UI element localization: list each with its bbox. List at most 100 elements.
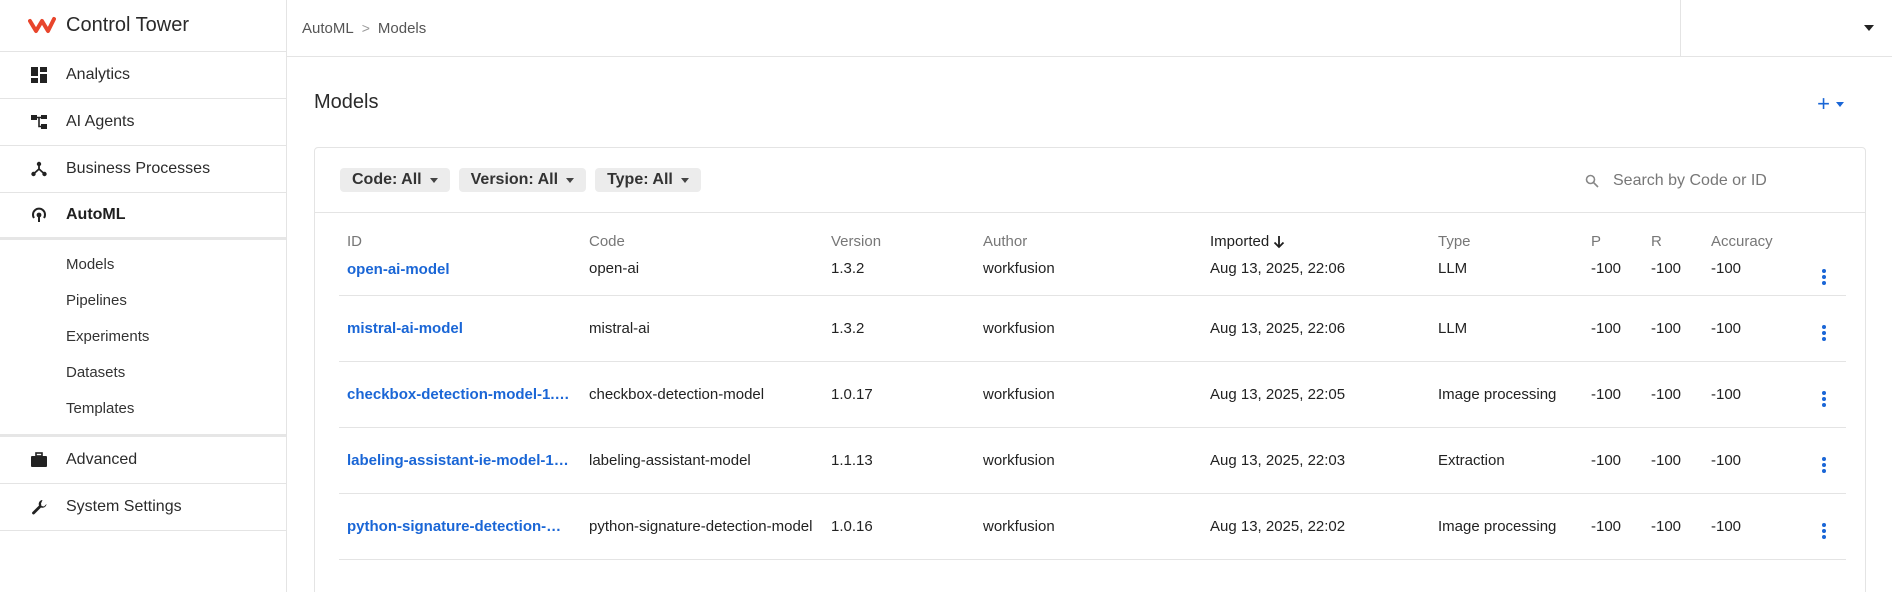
column-header-author[interactable]: Author xyxy=(975,226,1202,256)
model-p: -100 xyxy=(1583,427,1643,494)
caret-down-icon xyxy=(1836,101,1844,107)
caret-down-icon xyxy=(429,177,438,183)
model-code: python-signature-detection-model xyxy=(581,493,823,560)
filter-bar: Code: All Version: All Type: All xyxy=(315,148,1865,213)
model-type: LLM xyxy=(1430,295,1583,362)
model-id-link[interactable]: mistral-ai-model xyxy=(347,320,463,337)
caret-down-icon xyxy=(680,177,689,183)
model-imported: Aug 13, 2025, 22:03 xyxy=(1202,427,1430,494)
more-vert-icon[interactable] xyxy=(1819,325,1829,341)
automl-subnav: Models Pipelines Experiments Datasets Te… xyxy=(0,240,286,437)
model-code: open-ai xyxy=(581,256,823,296)
model-type: LLM xyxy=(1430,256,1583,296)
model-id-link[interactable]: open-ai-model xyxy=(347,261,450,278)
column-header-imported-label: Imported xyxy=(1210,232,1270,250)
model-imported: Aug 13, 2025, 22:05 xyxy=(1202,361,1430,428)
model-version: 1.3.2 xyxy=(823,295,975,362)
table-row: python-signature-detection-mod... python… xyxy=(339,493,1846,560)
search-input[interactable] xyxy=(1613,172,1813,190)
sidebar-item-label: System Settings xyxy=(66,498,182,515)
search-box xyxy=(1585,168,1815,194)
sidebar-item-label: Business Processes xyxy=(66,160,211,177)
subnav-item-experiments[interactable]: Experiments xyxy=(0,318,286,354)
sidebar-item-system-settings[interactable]: System Settings xyxy=(0,484,286,531)
filter-type-label: Type: All xyxy=(607,171,673,188)
column-header-accuracy[interactable]: Accuracy xyxy=(1703,226,1811,256)
filter-version[interactable]: Version: All xyxy=(458,168,587,192)
model-accuracy: -100 xyxy=(1703,295,1811,362)
model-author: workfusion xyxy=(975,493,1202,560)
more-vert-icon[interactable] xyxy=(1819,391,1829,407)
plus-icon: + xyxy=(1817,91,1830,116)
model-imported: Aug 13, 2025, 22:06 xyxy=(1202,256,1430,296)
caret-down-icon xyxy=(566,177,575,183)
more-vert-icon[interactable] xyxy=(1819,523,1829,539)
column-header-code[interactable]: Code xyxy=(581,226,823,256)
filter-code[interactable]: Code: All xyxy=(340,168,450,192)
model-p: -100 xyxy=(1583,295,1643,362)
sidebar-item-analytics[interactable]: Analytics xyxy=(0,52,286,99)
model-code: checkbox-detection-model xyxy=(581,361,823,428)
sidebar-item-advanced[interactable]: Advanced xyxy=(0,437,286,484)
more-vert-icon[interactable] xyxy=(1819,269,1829,285)
page-title: Models xyxy=(314,91,379,113)
model-type: Extraction xyxy=(1430,427,1583,494)
search-icon xyxy=(1585,174,1599,188)
model-p: -100 xyxy=(1583,493,1643,560)
table-row: labeling-assistant-ie-model-1-1-... labe… xyxy=(339,427,1846,494)
brand[interactable]: Control Tower xyxy=(0,0,286,52)
sidebar-item-ai-agents[interactable]: AI Agents xyxy=(0,99,286,146)
model-p: -100 xyxy=(1583,256,1643,296)
subnav-item-datasets[interactable]: Datasets xyxy=(0,354,286,390)
user-menu-dropdown[interactable] xyxy=(1680,0,1892,56)
model-version: 1.0.16 xyxy=(823,493,975,560)
model-imported: Aug 13, 2025, 22:06 xyxy=(1202,295,1430,362)
subnav-item-templates[interactable]: Templates xyxy=(0,390,286,426)
model-id-link[interactable]: python-signature-detection-mod... xyxy=(347,518,572,535)
model-r: -100 xyxy=(1643,256,1703,296)
filter-version-label: Version: All xyxy=(470,171,559,188)
column-header-imported[interactable]: Imported xyxy=(1202,226,1430,256)
model-id-link[interactable]: labeling-assistant-ie-model-1-1-... xyxy=(347,452,572,469)
brand-name: Control Tower xyxy=(66,14,190,36)
sidebar-item-label: Analytics xyxy=(66,66,131,83)
brand-logo-icon xyxy=(28,16,56,33)
subnav-item-pipelines[interactable]: Pipelines xyxy=(0,282,286,318)
more-vert-icon[interactable] xyxy=(1819,457,1829,473)
model-version: 1.3.2 xyxy=(823,256,975,296)
wrench-icon xyxy=(30,498,48,516)
breadcrumb: AutoML > Models xyxy=(287,20,426,37)
model-author: workfusion xyxy=(975,427,1202,494)
table-header-row: ID Code Version Author Imported Type P R… xyxy=(339,226,1846,256)
model-version: 1.1.13 xyxy=(823,427,975,494)
column-header-actions xyxy=(1811,226,1846,256)
add-model-button[interactable]: + xyxy=(1817,91,1844,117)
models-card: Code: All Version: All Type: All ID xyxy=(314,147,1866,592)
filter-code-label: Code: All xyxy=(352,171,422,188)
column-header-id[interactable]: ID xyxy=(339,226,581,256)
sidebar-item-automl[interactable]: AutoML xyxy=(0,193,286,240)
breadcrumb-parent[interactable]: AutoML xyxy=(302,20,354,37)
sidebar-item-business-processes[interactable]: Business Processes xyxy=(0,146,286,193)
column-header-type[interactable]: Type xyxy=(1430,226,1583,256)
sidebar-item-label: AutoML xyxy=(66,206,126,223)
model-p: -100 xyxy=(1583,361,1643,428)
model-imported: Aug 13, 2025, 22:02 xyxy=(1202,493,1430,560)
agents-icon xyxy=(30,113,48,131)
model-author: workfusion xyxy=(975,256,1202,296)
column-header-version[interactable]: Version xyxy=(823,226,975,256)
model-r: -100 xyxy=(1643,361,1703,428)
model-type: Image processing xyxy=(1430,493,1583,560)
filter-type[interactable]: Type: All xyxy=(595,168,701,192)
column-header-r[interactable]: R xyxy=(1643,226,1703,256)
column-header-p[interactable]: P xyxy=(1583,226,1643,256)
chevron-right-icon: > xyxy=(361,20,370,36)
model-code: mistral-ai xyxy=(581,295,823,362)
model-id-link[interactable]: checkbox-detection-model-1.0.17 xyxy=(347,386,572,403)
table-row: checkbox-detection-model-1.0.17 checkbox… xyxy=(339,361,1846,428)
table-row: mistral-ai-model mistral-ai 1.3.2 workfu… xyxy=(339,295,1846,362)
model-accuracy: -100 xyxy=(1703,427,1811,494)
model-author: workfusion xyxy=(975,295,1202,362)
model-accuracy: -100 xyxy=(1703,361,1811,428)
subnav-item-models[interactable]: Models xyxy=(0,246,286,282)
